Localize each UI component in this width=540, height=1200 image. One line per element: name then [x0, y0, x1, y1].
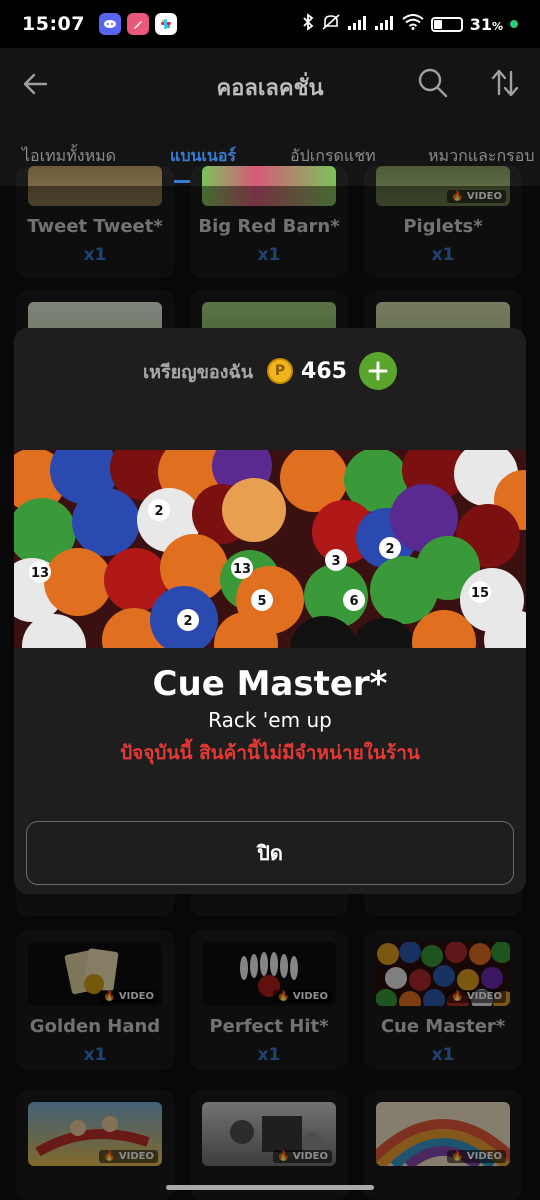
coin-icon: P: [267, 358, 294, 384]
gesture-home-bar[interactable]: [166, 1185, 374, 1190]
battery-percent: 31%: [469, 14, 503, 34]
signal-icon: [347, 15, 368, 34]
svg-text:3: 3: [331, 554, 340, 569]
svg-text:5: 5: [257, 594, 266, 609]
svg-text:13: 13: [233, 562, 251, 577]
search-icon: [418, 68, 448, 98]
app-header: คอลเลคชั่น: [0, 48, 540, 120]
status-icons: 31%: [302, 13, 518, 35]
sort-button[interactable]: [488, 66, 522, 100]
svg-text:6: 6: [349, 594, 358, 609]
search-button[interactable]: [416, 66, 450, 100]
banner-detail-dialog: เหรียญของฉัน P 465 2 13 2 2 5 6 13 15 3 …: [14, 328, 526, 894]
svg-text:13: 13: [31, 566, 49, 581]
medal-balance: เหรียญของฉัน P 465: [14, 352, 526, 390]
battery-icon: [430, 16, 463, 32]
svg-text:15: 15: [471, 586, 489, 601]
sort-icon: [491, 69, 519, 97]
charging-dot: [510, 20, 518, 28]
plus-icon: [368, 361, 388, 381]
signal-icon: [374, 15, 395, 34]
pencil-app-icon: [126, 13, 149, 35]
svg-text:2: 2: [154, 504, 163, 519]
add-coins-button[interactable]: [358, 352, 397, 390]
coin-count: 465: [301, 358, 347, 384]
bluetooth-icon: [302, 13, 314, 35]
close-button[interactable]: ปิด: [26, 821, 514, 885]
product-name: Cue Master*: [152, 664, 388, 704]
medal-balance-label: เหรียญของฉัน: [143, 361, 254, 383]
status-bar: 15:07 31%: [0, 0, 540, 48]
page-title: คอลเลคชั่น: [216, 76, 324, 101]
svg-text:2: 2: [385, 542, 394, 557]
product-subtitle: Rack 'em up: [208, 708, 332, 732]
discord-icon: [98, 13, 121, 35]
banner-preview: 2 13 2 2 5 6 13 15 3: [14, 450, 526, 648]
clock: 15:07: [22, 13, 85, 35]
mute-icon: [321, 13, 341, 35]
wifi-icon: [402, 14, 424, 34]
slack-icon: [154, 13, 177, 35]
svg-text:2: 2: [183, 614, 192, 629]
availability-warning: ปัจจุบันนี้ สินค้านี้ไม่มีจำหน่ายในร้าน: [120, 742, 420, 764]
